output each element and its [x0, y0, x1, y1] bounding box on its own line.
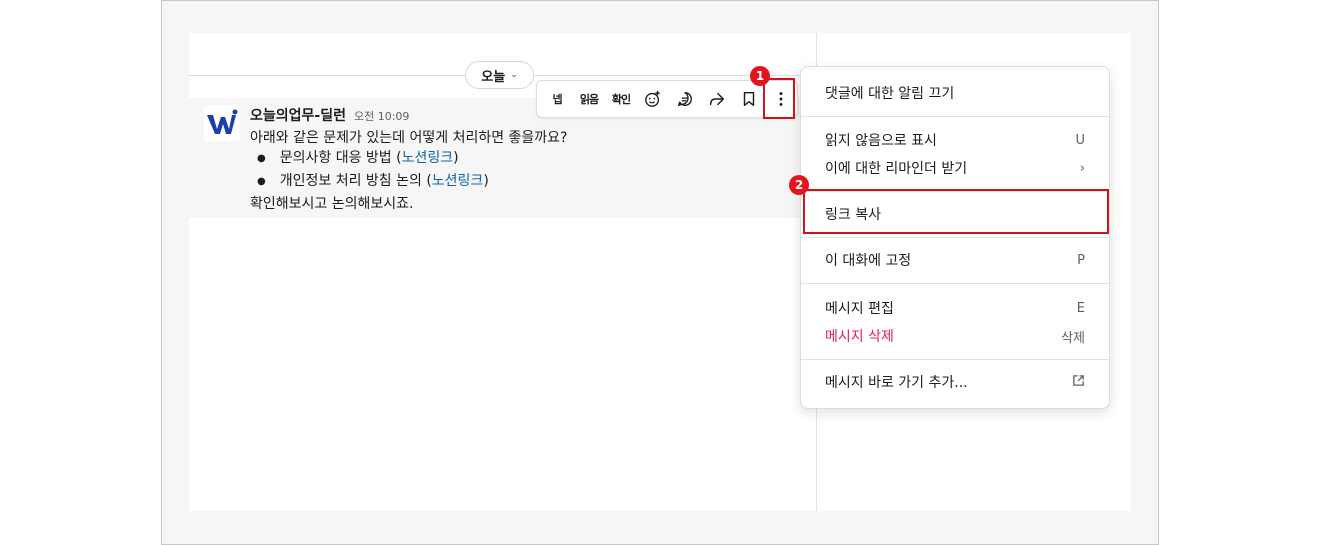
reaction-button-read[interactable]: 읽음: [573, 84, 605, 114]
menu-item-label: 읽지 않음으로 표시: [825, 133, 937, 149]
list-item: ● 문의사항 대응 방법 (노션링크): [257, 147, 459, 170]
message-timestamp[interactable]: 오전 10:09: [354, 108, 409, 124]
menu-item-delete-message[interactable]: 메시지 삭제 삭제: [825, 325, 1085, 347]
menu-item-label: 메시지 바로 가기 추가...: [825, 375, 968, 391]
menu-item-label: 메시지 편집: [825, 301, 894, 317]
message-author[interactable]: 오늘의업무-딜런: [250, 105, 346, 125]
reaction-button-check[interactable]: 확인: [605, 84, 637, 114]
list-item-text: 개인정보 처리 방침 논의 (: [279, 173, 432, 189]
add-reaction-icon: [645, 90, 660, 107]
menu-item-shortcut: U: [1075, 132, 1085, 148]
bullet-icon: ●: [257, 153, 266, 164]
menu-item-label: 이에 대한 리마인더 받기: [825, 161, 968, 177]
step-badge-2: 2: [789, 175, 809, 195]
message-header: 오늘의업무-딜런 오전 10:09: [250, 105, 409, 125]
reaction-button-ok[interactable]: 넵: [541, 84, 573, 114]
save-message-button[interactable]: [733, 84, 765, 114]
menu-item-shortcut: P: [1077, 252, 1085, 268]
highlight-box-copy-link: [803, 189, 1109, 234]
step-badge-1: 1: [750, 66, 770, 86]
list-item: ● 개인정보 처리 방침 논의 (노션링크): [257, 170, 489, 193]
chevron-right-icon: ›: [1079, 160, 1085, 176]
menu-item-label: 이 대화에 고정: [825, 253, 912, 269]
list-item-suffix: ): [453, 150, 459, 166]
avatar[interactable]: [204, 105, 240, 141]
list-item-suffix: ): [483, 173, 489, 189]
message-context-menu: 댓글에 대한 알림 끄기 읽지 않음으로 표시 U 이에 대한 리마인더 받기 …: [800, 66, 1110, 409]
menu-item-edit-message[interactable]: 메시지 편집 E: [825, 297, 1085, 319]
highlight-box-more-actions: [763, 78, 795, 119]
menu-divider: [801, 116, 1109, 117]
menu-item-shortcut: E: [1076, 300, 1085, 316]
menu-item-turn-off-reply-notifications[interactable]: 댓글에 대한 알림 끄기: [825, 82, 1085, 104]
menu-item-shortcut: 삭제: [1061, 330, 1085, 346]
reply-thread-icon: [678, 92, 693, 106]
bookmark-icon: [743, 91, 755, 107]
menu-item-mark-unread[interactable]: 읽지 않음으로 표시 U: [825, 129, 1085, 151]
date-divider-label: 오늘: [481, 69, 506, 85]
reply-thread-button[interactable]: [669, 84, 701, 114]
share-icon: [709, 92, 725, 106]
menu-item-label: 댓글에 대한 알림 끄기: [825, 86, 955, 102]
menu-item-label: 메시지 삭제: [825, 329, 894, 345]
menu-item-add-message-shortcut[interactable]: 메시지 바로 가기 추가...: [825, 371, 1085, 393]
notion-link[interactable]: 노션링크: [402, 150, 454, 166]
external-link-icon: [1072, 374, 1085, 391]
menu-item-remind-me[interactable]: 이에 대한 리마인더 받기 ›: [825, 157, 1085, 179]
menu-divider: [801, 237, 1109, 238]
bullet-icon: ●: [257, 176, 266, 187]
notion-link[interactable]: 노션링크: [432, 173, 484, 189]
list-item-text: 문의사항 대응 방법 (: [279, 150, 402, 166]
menu-divider: [801, 359, 1109, 360]
share-message-button[interactable]: [701, 84, 733, 114]
menu-divider: [801, 283, 1109, 284]
menu-item-pin-to-conversation[interactable]: 이 대화에 고정 P: [825, 249, 1085, 271]
chevron-down-icon: ⌄: [510, 70, 518, 80]
add-reaction-button[interactable]: [637, 84, 669, 114]
date-divider-button[interactable]: 오늘 ⌄: [465, 61, 534, 89]
message-footer-text: 확인해보시고 논의해보시죠.: [250, 196, 414, 212]
workspace-logo-icon: [207, 109, 238, 134]
